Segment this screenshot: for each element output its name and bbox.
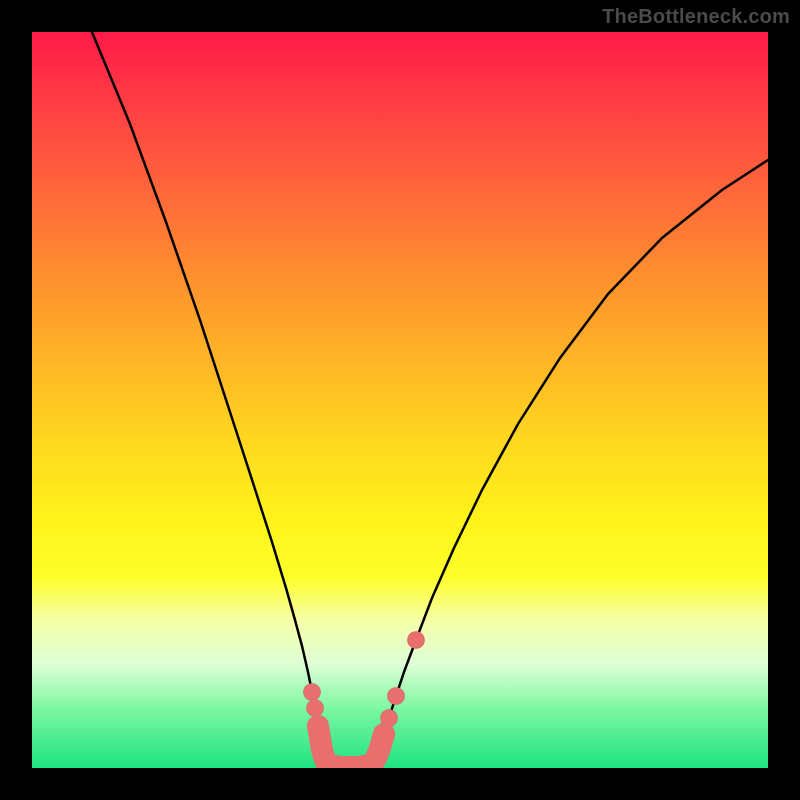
watermark-text: TheBottleneck.com (602, 6, 790, 29)
bead-markers (32, 32, 768, 768)
chart-area (32, 32, 768, 768)
